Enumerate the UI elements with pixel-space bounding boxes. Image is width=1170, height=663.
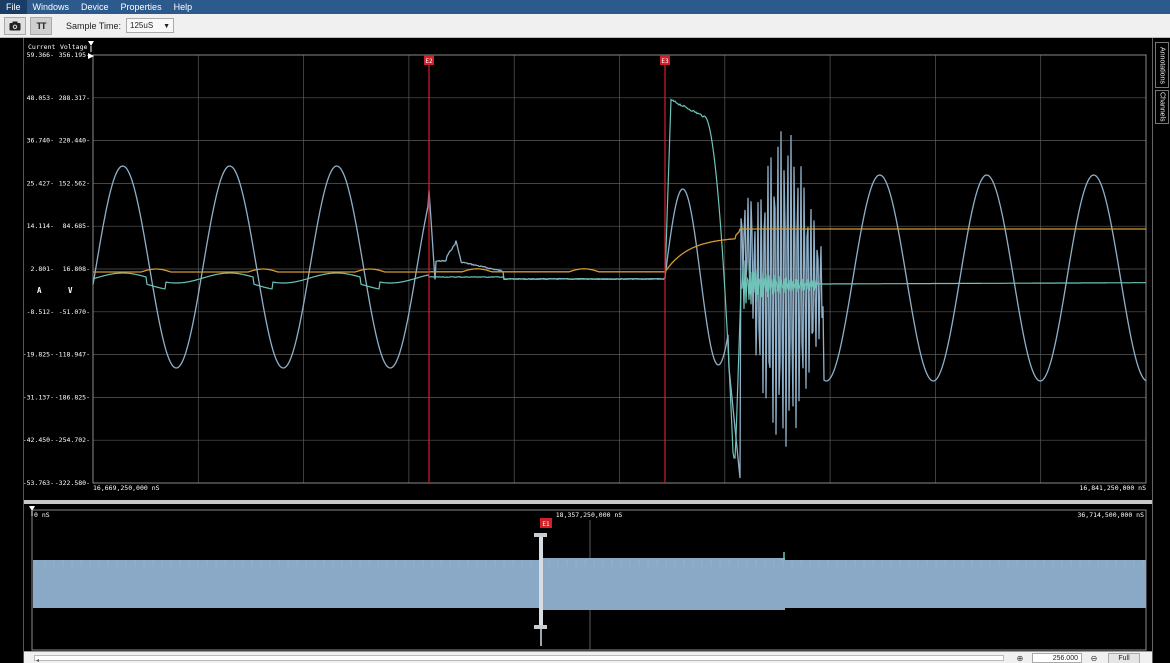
menu-device[interactable]: Device [75,0,115,14]
horizontal-scrollbar[interactable]: ◂ [34,655,1004,663]
zoom-in-icon[interactable]: ⊕ [1014,654,1026,663]
current-tick-label: 36.740- [27,137,54,145]
tab-annotations[interactable]: Annotations [1155,42,1169,88]
chevron-down-icon: ▼ [163,23,171,30]
current-tick-label: 2.801- [31,265,54,273]
tab-annotations-label: Annotations [1158,46,1166,84]
current-axis-header: Current [28,43,55,51]
tab-channels[interactable]: Channels [1155,90,1169,124]
viewport-bottom-grip[interactable] [534,625,547,629]
current-tick-label: -53.763- [24,479,54,487]
voltage-unit-label: V [68,286,73,295]
left-gutter [0,38,24,663]
scope-display[interactable]: Current Voltage 59.366- 356.195- 48.053- 28… [24,38,1152,651]
viewport-left-edge[interactable] [539,534,543,627]
current-tick-label: 25.427- [27,179,54,187]
bottom-bar: ◂ ⊕ 256.000 ⊖ Full [24,651,1152,663]
voltage-tick-label: -118.947- [55,351,90,359]
voltage-tick-label: -51.070- [59,308,90,316]
current-tick-label: -31.137- [24,393,54,401]
overview-segment-after [785,560,1146,608]
voltage-tick-label: 16.808- [63,265,90,273]
zoom-full-button[interactable]: Full [1108,652,1140,663]
text-tool-icon: TT [36,20,47,31]
voltage-axis-header: Voltage [60,43,87,51]
overview-segment-normal [33,560,541,608]
menu-file[interactable]: File [0,0,27,14]
text-tool-button[interactable]: TT [30,16,52,35]
zoom-out-icon[interactable]: ⊖ [1088,654,1100,663]
overview-x-mid-label: 18,357,250,000 nS [556,511,623,519]
toolbar: TT Sample Time: 125uS ▼ [0,14,1170,38]
scroll-left-arrow-icon[interactable]: ◂ [36,656,39,663]
menu-properties[interactable]: Properties [115,0,168,14]
x-end-label: 16,841,250,000 nS [1079,484,1146,492]
event-marker-label: E2 [425,58,433,65]
camera-icon [9,21,21,30]
current-tick-label: 14.114- [27,222,54,230]
voltage-tick-label: 84.685- [63,222,90,230]
voltage-tick-label: 356.195- [59,51,90,59]
voltage-tick-label: -322.580- [55,479,90,487]
current-unit-label: A [37,286,42,295]
current-tick-label: 48.053- [27,94,54,102]
voltage-tick-label: 220.440- [59,137,90,145]
tab-channels-label: Channels [1158,92,1166,122]
zoom-controls: ⊕ 256.000 ⊖ Full [1014,652,1140,663]
menu-windows[interactable]: Windows [27,0,76,14]
screenshot-button[interactable] [4,16,26,35]
side-tab-strip: Annotations Channels [1152,38,1170,663]
x-start-label: 16,669,250,000 nS [93,484,160,492]
voltage-tick-label: -254.702- [55,436,90,444]
zoom-value-field[interactable]: 256.000 [1032,653,1082,663]
overview-segment-event [543,558,785,610]
overview-x-end-label: 36,714,500,000 nS [1077,511,1144,519]
event-marker-label: E3 [661,58,669,65]
menu-help[interactable]: Help [168,0,199,14]
viewport-top-grip[interactable] [534,533,547,537]
current-tick-label: -19.825- [24,351,54,359]
sample-time-value: 125uS [130,21,154,30]
voltage-tick-label: 152.562- [59,179,90,187]
sample-time-select[interactable]: 125uS ▼ [126,18,175,33]
overview-x-start-label: 0 nS [34,511,50,519]
voltage-tick-label: 288.317- [59,94,90,102]
current-tick-label: -8.512- [27,308,54,316]
sample-time-label: Sample Time: [66,20,122,31]
current-tick-label: -42.450- [24,436,54,444]
menu-bar: File Windows Device Properties Help [0,0,1170,14]
overview-waveform [33,552,1146,610]
overview-marker-label: E1 [542,521,550,528]
current-tick-label: 59.366- [27,51,54,59]
voltage-tick-label: -186.825- [55,393,90,401]
pane-splitter[interactable] [24,500,1152,504]
